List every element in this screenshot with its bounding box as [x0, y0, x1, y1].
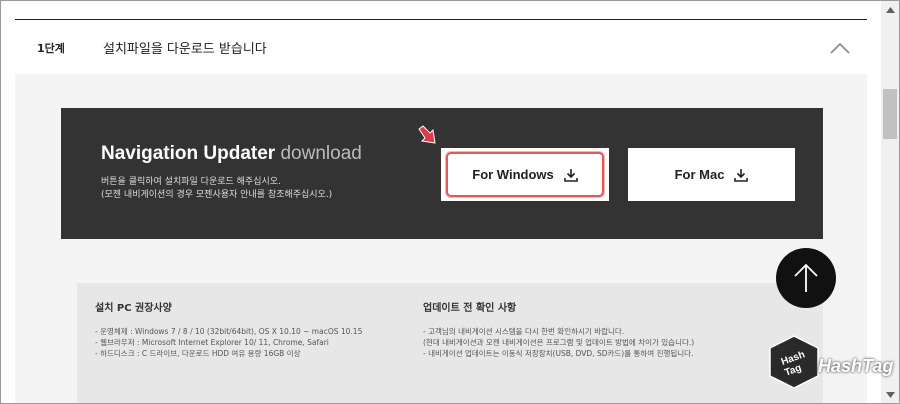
page-content: 1단계 설치파일을 다운로드 받습니다 Navigation Updater d…: [1, 1, 880, 403]
windows-button-wrapper: For Windows: [441, 148, 609, 201]
checklist-line: (현대 내비게이션과 모젠 내비게이션은 프로그램 및 업데이트 방법에 차이가…: [423, 338, 695, 347]
download-desc-line: (모젠 내비게이션의 경우 모젠사용자 안내를 참조해주십시오.): [101, 190, 333, 200]
for-mac-button[interactable]: For Mac: [628, 148, 795, 201]
requirement-line: - 하드디스크 : C 드라이브, 다운로드 HDD 여유 용량 16GB 이상: [95, 349, 301, 358]
pc-requirements: 설치 PC 권장사양 - 운영체제 : Windows 7 / 8 / 10 (…: [95, 299, 362, 359]
arrow-up-icon: [794, 263, 818, 292]
download-panel: Navigation Updater download 버튼을 클릭하여 설치파…: [61, 108, 823, 239]
download-title-strong: Navigation Updater: [101, 143, 276, 164]
requirement-line: - 운영체제 : Windows 7 / 8 / 10 (32bit/64bit…: [95, 327, 363, 336]
for-mac-label: For Mac: [674, 167, 725, 182]
scroll-thumb[interactable]: [883, 89, 897, 139]
step-title: 설치파일을 다운로드 받습니다: [103, 42, 267, 57]
download-title: Navigation Updater download: [101, 143, 362, 165]
watermark-text: HashTag: [818, 356, 894, 376]
for-windows-button[interactable]: For Windows: [446, 152, 604, 197]
requirement-line: - 웹브라우저 : Microsoft Internet Explorer 10…: [95, 338, 329, 347]
download-icon: [563, 168, 578, 182]
hashtag-logo-icon: Hash Tag: [769, 335, 819, 389]
pre-update-checklist: 업데이트 전 확인 사항 - 고객님의 내비게이션 시스템을 다시 한번 확인하…: [423, 299, 694, 359]
pc-requirements-title: 설치 PC 권장사양: [95, 303, 172, 314]
for-windows-label: For Windows: [472, 167, 554, 182]
download-icon: [734, 168, 749, 182]
requirements-panel: 설치 PC 권장사양 - 운영체제 : Windows 7 / 8 / 10 (…: [77, 283, 823, 403]
download-description: 버튼을 클릭하여 설치파일 다운로드 해주십시오. (모젠 내비게이션의 경우 …: [101, 176, 332, 202]
hashtag-watermark: Hash Tag HashTag: [768, 330, 894, 394]
scroll-to-top-button[interactable]: [776, 248, 836, 308]
chevron-up-icon[interactable]: [830, 42, 850, 54]
pointer-arrow-icon: [418, 125, 436, 144]
checklist-line: - 고객님의 내비게이션 시스템을 다시 한번 확인하시기 바랍니다.: [423, 327, 625, 336]
scroll-up-icon[interactable]: [881, 1, 899, 18]
checklist-line: - 내비게이션 업데이트는 이동식 저장장치(USB, DVD, SD카드)를 …: [423, 349, 694, 358]
step-label: 1단계: [37, 42, 65, 55]
download-desc-line: 버튼을 클릭하여 설치파일 다운로드 해주십시오.: [101, 177, 281, 187]
pre-update-title: 업데이트 전 확인 사항: [423, 303, 517, 314]
download-title-light: download: [280, 143, 362, 164]
step-header[interactable]: 1단계 설치파일을 다운로드 받습니다: [15, 20, 867, 74]
